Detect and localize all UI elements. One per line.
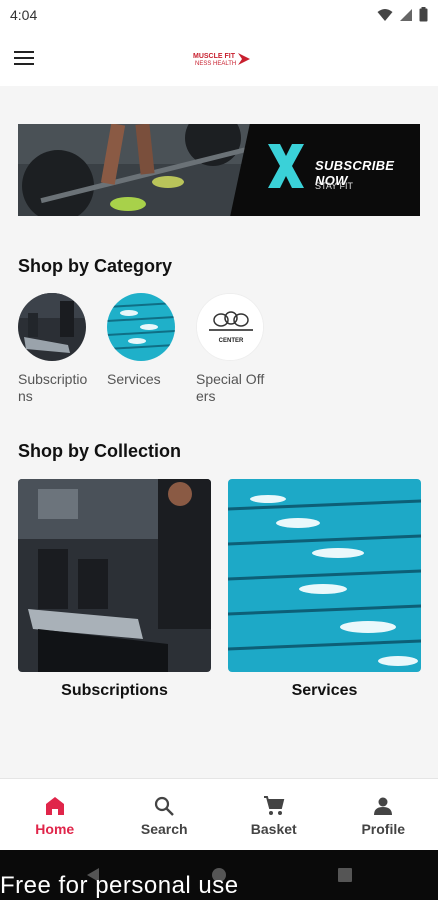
collection-subscriptions[interactable]: Subscriptions	[18, 479, 211, 700]
collection-section-title: Shop by Collection	[18, 441, 182, 461]
category-special-offers-label: Special Offers	[196, 371, 265, 404]
nav-search-label: Search	[140, 821, 188, 837]
banner-gym-image	[18, 124, 258, 216]
recents-icon[interactable]	[338, 868, 352, 882]
cart-icon	[263, 796, 285, 815]
search-icon	[155, 796, 175, 816]
nav-home-label: Home	[35, 821, 75, 837]
collection-services-image	[228, 479, 421, 672]
app-bar: MUSCLE FIT NESS HEALTH	[0, 30, 438, 86]
person-icon	[374, 797, 393, 815]
status-bar: 4:04	[0, 0, 438, 30]
wifi-icon	[377, 8, 393, 21]
signal-icon	[400, 8, 412, 21]
category-services[interactable]: Services	[107, 293, 197, 388]
collection-subscriptions-image	[18, 479, 211, 672]
nav-basket[interactable]: Basket	[219, 779, 329, 850]
category-subscriptions-image	[18, 293, 86, 361]
collection-services-label: Services	[291, 682, 358, 699]
subscribe-banner[interactable]: SUBSCRIBE NOW STAY FIT	[18, 124, 420, 216]
collection-services[interactable]: Services	[228, 479, 421, 700]
banner-subtitle: STAY FIT	[315, 181, 354, 191]
banner-x-icon	[268, 144, 304, 188]
category-services-image	[107, 293, 175, 361]
svg-text:MUSCLE FIT: MUSCLE FIT	[193, 53, 236, 60]
battery-icon	[419, 7, 428, 22]
watermark-text: Free for personal use	[0, 872, 239, 899]
status-time: 4:04	[10, 7, 38, 23]
category-section-title: Shop by Category	[18, 256, 173, 276]
svg-text:NESS HEALTH: NESS HEALTH	[195, 61, 236, 67]
category-special-offers-image: CENTER	[196, 293, 264, 361]
category-subscriptions-label: Subscriptions	[18, 371, 88, 404]
home-icon	[45, 797, 64, 815]
menu-icon[interactable]	[14, 44, 42, 72]
app-logo: MUSCLE FIT NESS HEALTH	[192, 50, 252, 68]
nav-home[interactable]: Home	[0, 779, 110, 850]
nav-profile[interactable]: Profile	[329, 779, 438, 850]
bottom-nav: Home Search Basket Profile	[0, 778, 438, 850]
category-special-offers[interactable]: CENTER Special Offers	[196, 293, 286, 405]
category-services-label: Services	[107, 371, 161, 387]
nav-profile-label: Profile	[361, 821, 406, 837]
nav-search[interactable]: Search	[110, 779, 220, 850]
special-offers-image-text: CENTER	[219, 338, 244, 344]
category-subscriptions[interactable]: Subscriptions	[18, 293, 108, 405]
collection-subscriptions-label: Subscriptions	[61, 682, 168, 699]
status-icons	[377, 7, 428, 22]
nav-basket-label: Basket	[250, 821, 297, 837]
